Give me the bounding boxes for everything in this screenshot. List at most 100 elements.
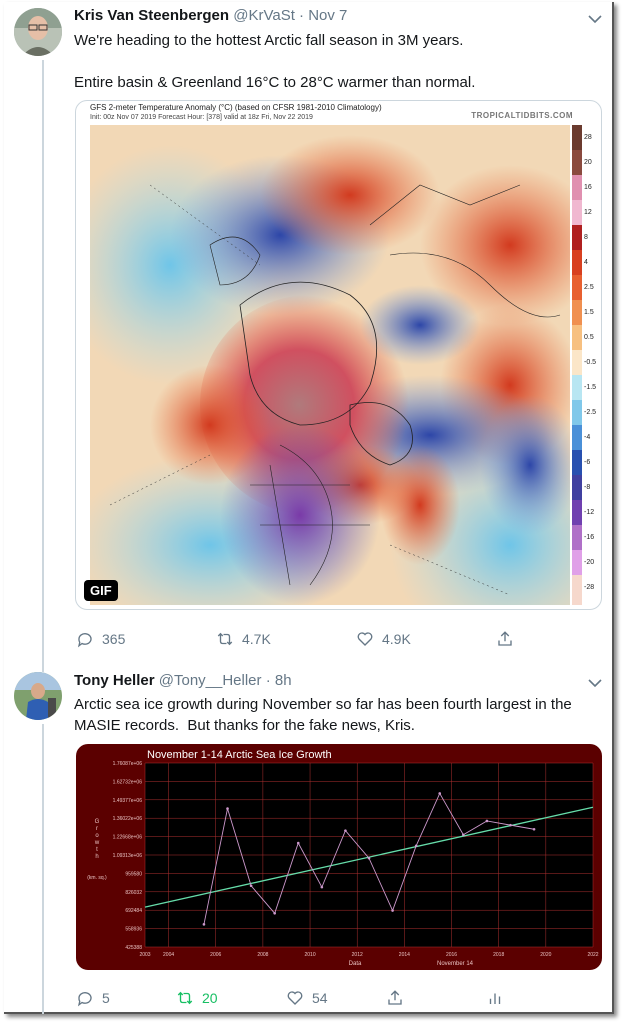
y-tick-label: 692484	[125, 908, 142, 914]
display-name[interactable]: Kris Van Steenbergen	[74, 7, 229, 24]
tweet-timestamp[interactable]: 8h	[275, 672, 292, 689]
chevron-down-icon[interactable]	[588, 678, 602, 688]
colorbar-tick-label: 28	[584, 134, 592, 141]
like-count: 4.9K	[382, 631, 411, 647]
x-tick-label: 2016	[446, 952, 457, 958]
gif-badge[interactable]: GIF	[84, 580, 118, 601]
map-title: GFS 2-meter Temperature Anomaly (°C) (ba…	[90, 103, 382, 112]
retweet-count: 4.7K	[242, 631, 271, 647]
colorbar-tick-label: -12	[584, 509, 594, 516]
x-tick-label: 2018	[493, 952, 504, 958]
data-point	[249, 884, 253, 888]
y-tick-label: 1.76087e+06	[113, 761, 143, 767]
x-tick-label: 2014	[399, 952, 410, 958]
map-site-label: TROPICALTIDBITS.COM	[471, 111, 573, 120]
separator-dot: ·	[265, 672, 271, 689]
x-tick-label: 2012	[352, 952, 363, 958]
map-subtitle: Init: 00z Nov 07 2019 Forecast Hour: [37…	[90, 114, 313, 121]
reply-count: 5	[102, 990, 110, 1006]
x-tick-label: 2008	[257, 952, 268, 958]
data-point	[462, 833, 465, 837]
x-tick-label: 2003	[139, 952, 150, 958]
reply-icon	[77, 633, 92, 648]
chart-title: November 1-14 Arctic Sea Ice Growth	[147, 749, 332, 761]
data-point	[509, 823, 512, 827]
retweet-button[interactable]: 4.7K	[216, 630, 356, 648]
retweet-icon	[217, 632, 233, 646]
data-point	[296, 841, 300, 845]
x-tick-label: 2004	[163, 952, 174, 958]
sea-ice-growth-chart: November 1-14 Arctic Sea Ice Growth 1.760…	[87, 749, 599, 967]
share-icon	[388, 990, 402, 1005]
colorbar-tick-label: 16	[584, 184, 592, 191]
user-handle[interactable]: @KrVaSt	[233, 7, 295, 24]
thread-connector-line	[42, 724, 44, 1014]
share-icon	[498, 631, 512, 646]
y-tick-label: 959580	[125, 871, 142, 877]
colorbar-tick-label: -1.5	[584, 384, 596, 391]
tweet-text: We're heading to the hottest Arctic fall…	[74, 32, 476, 91]
x-tick-label: 2022	[587, 952, 598, 958]
colorbar-tick-label: 12	[584, 209, 592, 216]
like-button[interactable]: 4.9K	[356, 630, 496, 648]
data-point	[438, 792, 442, 795]
tweet-actions: 365 4.7K 4.9K	[76, 630, 596, 648]
data-point	[367, 856, 371, 860]
colorbar-tick-label: -6	[584, 459, 590, 466]
tweet-actions: 5 20 54	[76, 989, 596, 1007]
user-handle[interactable]: @Tony__Heller	[159, 672, 262, 689]
data-point	[202, 923, 206, 926]
colorbar-tick-label: -8	[584, 484, 590, 491]
share-button[interactable]	[496, 630, 514, 648]
share-button[interactable]	[386, 989, 486, 1007]
heart-icon	[357, 632, 373, 646]
reply-count: 365	[102, 631, 126, 647]
chevron-down-icon[interactable]	[588, 14, 602, 24]
data-point	[532, 827, 536, 831]
colorbar-tick-label: -20	[584, 559, 594, 566]
y-tick-label: 1.09313e+06	[113, 853, 143, 859]
x-tick-label: 2010	[304, 952, 315, 958]
y-tick-label: 1.22668e+06	[113, 835, 143, 841]
tweet-header: Kris Van Steenbergen @KrVaSt · Nov 7	[74, 7, 347, 24]
colorbar-tick-label: -4	[584, 434, 590, 441]
colorbar-tick-label: 0.5	[584, 334, 594, 341]
tweet-media-chart[interactable]: November 1-14 Arctic Sea Ice Growth 1.760…	[76, 744, 602, 970]
data-point	[414, 844, 418, 848]
y-tick-label: 558936	[125, 927, 142, 933]
tweet-media-gif[interactable]: GFS 2-meter Temperature Anomaly (°C) (ba…	[75, 100, 602, 610]
data-point	[273, 911, 276, 915]
colorbar-tick-label: 4	[584, 259, 588, 266]
y-tick-label: 1.36022e+06	[113, 816, 143, 822]
colorbar-tick-label: 20	[584, 159, 592, 166]
display-name[interactable]: Tony Heller	[74, 672, 155, 689]
data-point	[320, 885, 324, 889]
retweet-button[interactable]: 20	[176, 989, 286, 1007]
temperature-anomaly-map	[90, 125, 570, 605]
tweet-timestamp[interactable]: Nov 7	[308, 7, 347, 24]
retweet-icon	[177, 991, 193, 1005]
retweet-count: 20	[202, 990, 218, 1006]
x-tick-label: 2020	[540, 952, 551, 958]
like-button[interactable]: 54	[286, 989, 386, 1007]
timeline-frame: Kris Van Steenbergen @KrVaSt · Nov 7 We'…	[4, 2, 614, 1014]
avatar[interactable]	[14, 8, 62, 56]
y-tick-label: 826032	[125, 890, 142, 896]
data-point	[485, 819, 489, 823]
y-axis-label: Growth	[94, 819, 100, 860]
heart-icon	[287, 991, 303, 1005]
reply-button[interactable]: 365	[76, 630, 216, 648]
colorbar-tick-label: -0.5	[584, 359, 596, 366]
y-tick-label: 425388	[125, 945, 142, 951]
data-point	[344, 829, 347, 832]
like-count: 54	[312, 990, 328, 1006]
data-point	[226, 807, 229, 810]
colorbar-tick-label: -16	[584, 534, 594, 541]
reply-button[interactable]: 5	[76, 989, 176, 1007]
avatar[interactable]	[14, 672, 62, 720]
analytics-button[interactable]	[486, 989, 504, 1007]
colorbar-tick-label: 1.5	[584, 309, 594, 316]
y-tick-label: 1.62732e+06	[113, 779, 143, 785]
colorbar-tick-label: -2.5	[584, 409, 596, 416]
colorbar: 28 20 16 12 8 4 2.5 1.5 0.5 -0.5 -1.5 -2.5 -4 -6 -8 -12…	[572, 125, 596, 605]
